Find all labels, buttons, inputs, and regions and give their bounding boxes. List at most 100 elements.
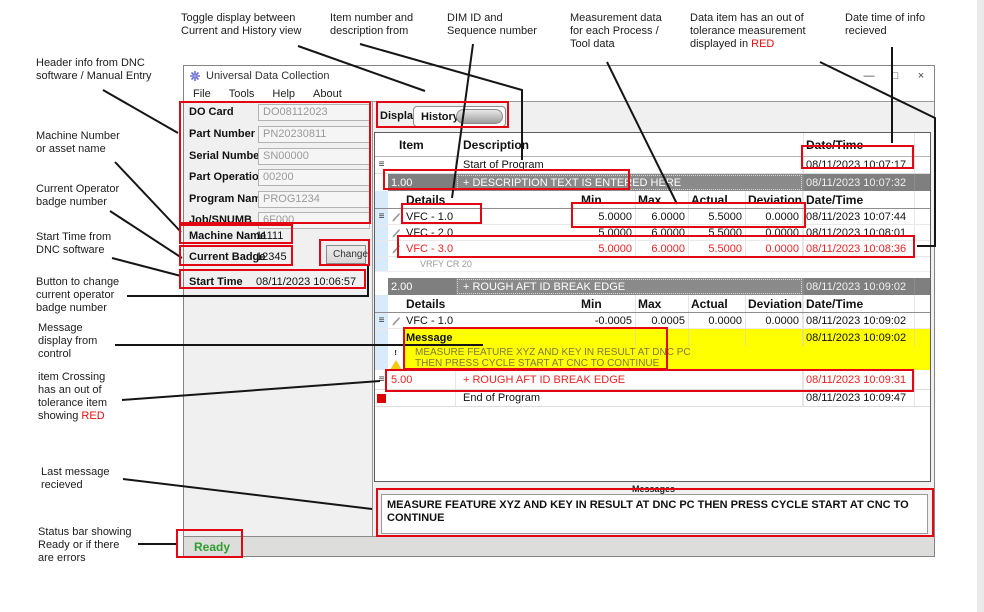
field-input-part-number[interactable]: PN20230811 xyxy=(258,126,370,143)
callout-line-text: badge number xyxy=(36,302,119,315)
min-cell: 5.0000 xyxy=(579,241,636,256)
field-input-program-name[interactable]: PROG1234 xyxy=(258,191,370,208)
group-band-row[interactable]: 2.00+ ROUGH AFT ID BREAK EDGE08/11/2023 … xyxy=(375,278,930,295)
messages-label: Messages xyxy=(373,484,934,494)
field-input-part-operation[interactable]: 00200 xyxy=(258,169,370,186)
measurement-row[interactable]: ≡VFC - 1.05.00006.00005.50000.000008/11/… xyxy=(375,209,930,225)
edit-icon xyxy=(390,315,402,327)
status-separator xyxy=(242,541,243,553)
header-field-row: Part NumberPN20230811 xyxy=(184,126,372,143)
row-handle-icon[interactable]: ≡ xyxy=(379,375,385,385)
messages-text: MEASURE FEATURE XYZ AND KEY IN RESULT AT… xyxy=(387,499,909,524)
datetime-cell: 08/11/2023 10:09:02 xyxy=(803,329,914,346)
datetime-header: Date/Time xyxy=(803,191,914,208)
toggle-knob[interactable] xyxy=(456,109,503,124)
spacer-cell xyxy=(914,313,930,328)
machine-name-label: Machine Name xyxy=(189,230,266,242)
description-cell: + DESCRIPTION TEXT IS ENTERED HERE xyxy=(456,174,803,191)
field-label-serial-number: Serial Number xyxy=(189,150,264,162)
callout-line-text: tolerance measurement xyxy=(690,25,806,38)
max-header: Max xyxy=(636,295,689,312)
description-column-header: Description xyxy=(456,133,803,156)
group-band-row[interactable]: 1.00+ DESCRIPTION TEXT IS ENTERED HERE08… xyxy=(375,174,930,191)
callout-line-text: Header info from DNC xyxy=(36,57,152,70)
display-toggle[interactable]: History xyxy=(413,106,506,127)
measurement-row[interactable]: ≡VFC - 1.0-0.00050.00050.00000.000008/11… xyxy=(375,313,930,329)
message-header-row[interactable]: Message08/11/2023 10:09:02 xyxy=(375,329,930,346)
field-label-program-name: Program Name xyxy=(189,193,267,205)
header-field-row: Program NamePROG1234 xyxy=(184,191,372,208)
callout-line-text: description from xyxy=(330,25,413,38)
callout-last-message: Last messagerecieved xyxy=(41,466,109,492)
measurement-row[interactable]: VFC - 2.05.00006.00005.50000.000008/11/2… xyxy=(375,225,930,241)
row-handle-icon[interactable]: ≡ xyxy=(379,212,385,222)
row-gutter xyxy=(375,174,388,191)
callout-item-number: Item number anddescription from xyxy=(330,12,413,38)
line-header-info xyxy=(103,90,178,133)
start-time-value: 08/11/2023 10:06:57 xyxy=(256,276,356,288)
line-current-operator xyxy=(110,211,182,258)
deviation-header: Deviation xyxy=(746,295,803,312)
menu-item-help[interactable]: Help xyxy=(263,88,304,100)
minimize-icon[interactable]: — xyxy=(856,70,882,82)
titlebar: Universal Data Collection — □ × xyxy=(184,66,934,86)
datetime-cell: 08/11/2023 10:08:36 xyxy=(803,241,914,256)
message-line: MEASURE FEATURE XYZ AND KEY IN RESULT AT… xyxy=(415,347,930,358)
spacer-cell xyxy=(914,370,930,389)
callout-header-info: Header info from DNCsoftware / Manual En… xyxy=(36,57,152,83)
callout-message-display: Messagedisplay fromcontrol xyxy=(38,322,97,361)
measurement-row[interactable]: VFC - 3.05.00006.00005.50000.000008/11/2… xyxy=(375,241,930,257)
row-handle-icon[interactable]: ≡ xyxy=(379,316,385,326)
note-text: VRFY CR 20 xyxy=(404,257,930,271)
field-input-serial-number[interactable]: SN00000 xyxy=(258,148,370,165)
callout-line-text: Item number and xyxy=(330,12,413,25)
header-panel: DO CardDO08112023 Part NumberPN20230811 Se… xyxy=(184,102,373,536)
field-label-part-operation: Part Operation xyxy=(189,171,265,183)
row-gutter xyxy=(375,329,388,346)
callout-machine-number: Machine Numberor asset name xyxy=(36,130,120,156)
callout-date-time: Date time of inforecieved xyxy=(845,12,925,38)
window-controls: — □ × xyxy=(856,70,934,82)
table-row[interactable]: End of Program08/11/2023 10:09:47 xyxy=(375,390,930,407)
callout-line-text: displayed in RED xyxy=(690,38,806,51)
max-cell: 6.0000 xyxy=(636,225,689,240)
menu-item-tools[interactable]: Tools xyxy=(220,88,264,100)
row-handle-icon[interactable]: ≡ xyxy=(379,160,385,170)
edit-icon-cell xyxy=(388,209,404,224)
page-right-margin xyxy=(977,0,984,612)
close-icon[interactable]: × xyxy=(908,70,934,82)
menu-item-about[interactable]: About xyxy=(304,88,351,100)
maximize-icon[interactable]: □ xyxy=(882,70,908,82)
datetime-header: Date/Time xyxy=(803,295,914,312)
table-row[interactable]: ≡5.00+ ROUGH AFT ID BREAK EDGE08/11/2023… xyxy=(375,370,930,390)
callout-line-text: Measurement data xyxy=(570,12,662,25)
field-input-job-snumb[interactable]: 6F000 xyxy=(258,212,370,229)
details-header: Details xyxy=(404,295,579,312)
description-cell: End of Program xyxy=(456,390,803,406)
change-badge-button[interactable]: Change xyxy=(326,245,366,264)
row-gutter xyxy=(375,225,388,240)
detail-subheader-row: DetailsMinMaxActualDeviationDate/Time xyxy=(375,191,930,209)
callout-line-text: Last message xyxy=(41,466,109,479)
message-line: THEN PRESS CYCLE START AT CNC TO CONTINU… xyxy=(415,358,930,369)
grid-header-row: ItemDescriptionDate/Time xyxy=(375,133,930,157)
menu-item-file[interactable]: File xyxy=(184,88,220,100)
field-input-do-card[interactable]: DO08112023 xyxy=(258,104,370,121)
callout-current-operator: Current Operatorbadge number xyxy=(36,183,119,209)
spacer-cell xyxy=(914,209,930,224)
start-time-label: Start Time xyxy=(189,276,243,288)
header-field-row: DO CardDO08112023 xyxy=(184,104,372,121)
min-cell xyxy=(579,329,636,346)
callout-change-button: Button to changecurrent operatorbadge nu… xyxy=(36,276,119,315)
status-bar: Ready xyxy=(184,536,934,556)
current-badge-label: Current Badge xyxy=(189,251,265,263)
table-row[interactable]: ≡Start of Program08/11/2023 10:07:17 xyxy=(375,157,930,174)
callout-line-text: recieved xyxy=(41,479,109,492)
item-cell xyxy=(388,157,456,173)
datetime-column-header: Date/Time xyxy=(803,133,914,156)
item-cell: 5.00 xyxy=(388,370,456,389)
details-header: Details xyxy=(404,191,579,208)
icon-cell xyxy=(388,295,404,312)
dim-id-cell: VFC - 1.0 xyxy=(404,313,579,328)
stop-icon xyxy=(377,394,386,403)
